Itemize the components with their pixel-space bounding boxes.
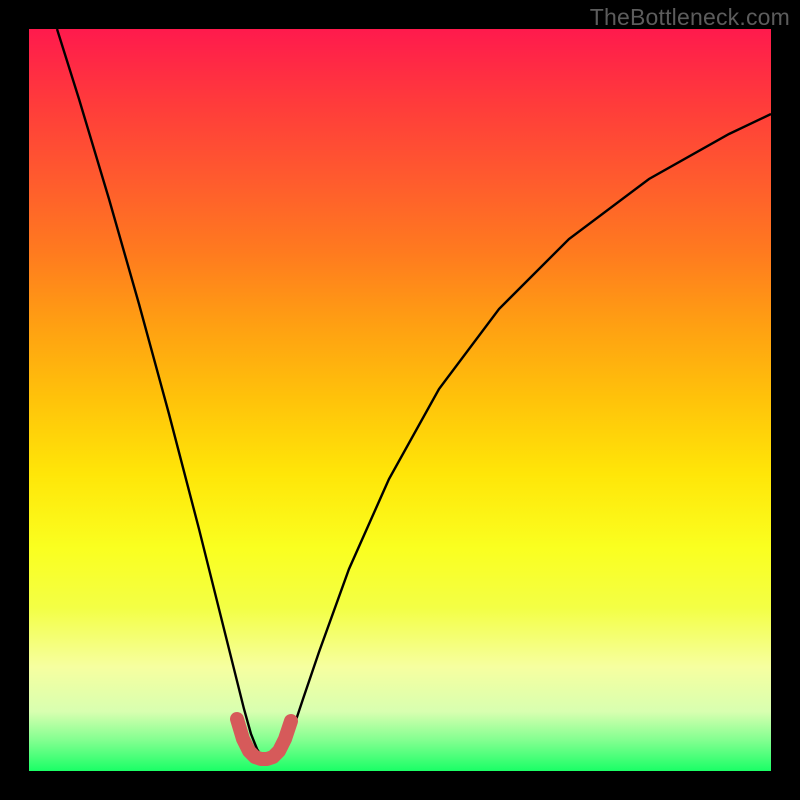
watermark-text: TheBottleneck.com (590, 4, 790, 31)
chart-frame: TheBottleneck.com (0, 0, 800, 800)
highlight-segment (237, 719, 291, 759)
chart-svg (29, 29, 771, 771)
bottleneck-curve (57, 29, 771, 761)
chart-plot-area (29, 29, 771, 771)
